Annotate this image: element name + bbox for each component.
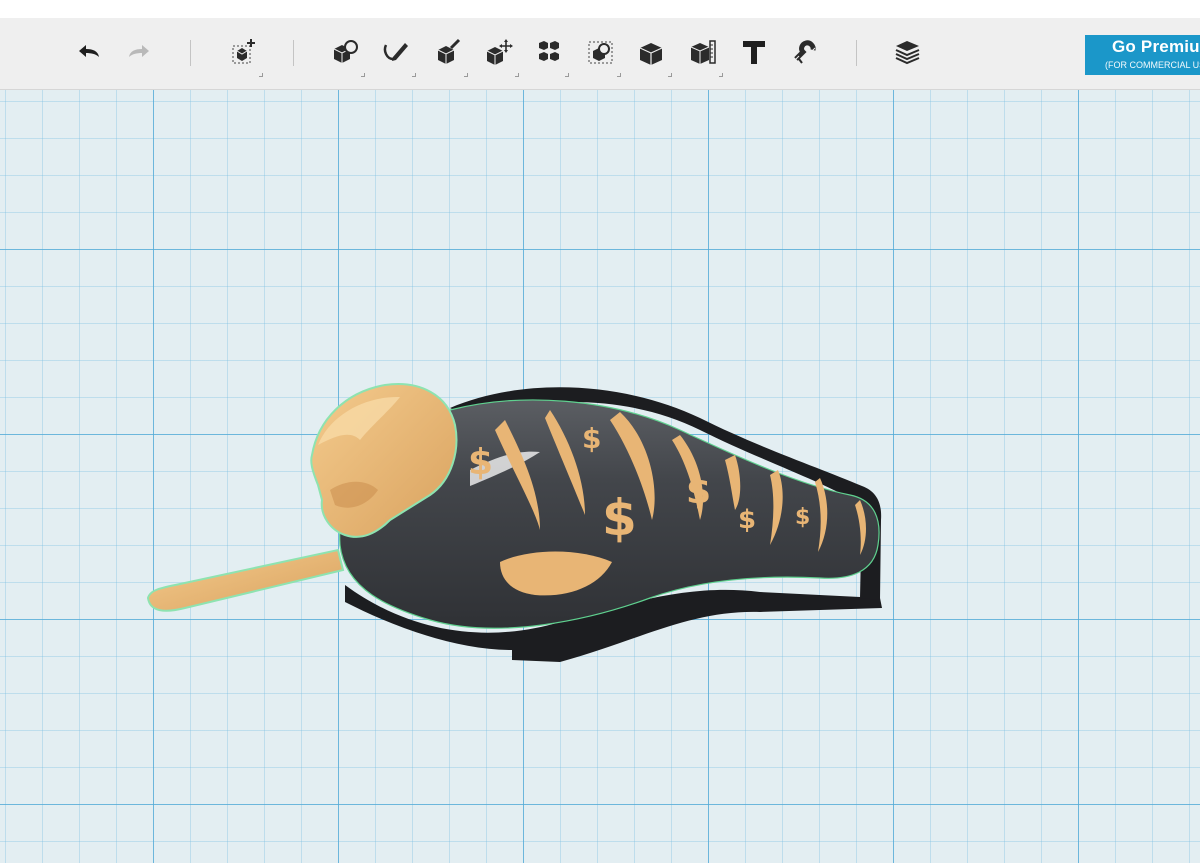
measure-dropdown-caret — [719, 73, 723, 77]
pattern-grid-icon — [539, 41, 559, 61]
sketch-button[interactable] — [378, 34, 416, 77]
construct-extrude-icon — [437, 38, 461, 64]
group-selection-icon — [588, 41, 613, 64]
pattern-dropdown-caret — [565, 73, 569, 77]
measure-button[interactable] — [685, 34, 723, 77]
snap-button[interactable] — [787, 34, 823, 70]
redo-button[interactable] — [120, 34, 156, 70]
add-primitive-cube-icon — [232, 39, 255, 64]
redo-arrow-icon — [129, 45, 149, 57]
modify-dropdown-caret — [515, 73, 519, 77]
sketch-dropdown-caret — [412, 73, 416, 77]
main-toolbar: Go Premium (FOR COMMERCIAL USE) — [0, 18, 1200, 90]
dollar-symbol: $ — [795, 505, 810, 530]
dollar-symbol: $ — [582, 422, 601, 455]
toolbar-separator — [190, 40, 191, 66]
text-button[interactable] — [736, 34, 772, 70]
transform-dropdown-caret — [361, 73, 365, 77]
go-premium-button[interactable]: Go Premium (FOR COMMERCIAL USE) — [1085, 35, 1200, 75]
material-button[interactable] — [890, 34, 926, 70]
measure-ruler-icon — [690, 40, 716, 64]
toolbar-separator — [856, 40, 857, 66]
sketch-pencil-icon — [383, 43, 408, 61]
transform-button[interactable] — [327, 34, 365, 77]
primitives-button[interactable] — [225, 34, 263, 77]
construct-button[interactable] — [430, 34, 468, 77]
go-premium-label: Go Premium — [1112, 37, 1200, 56]
3d-viewport-grid[interactable]: $ $ $ $ $ $ — [0, 90, 1200, 863]
material-layers-icon — [895, 41, 920, 65]
transform-cube-icon — [333, 40, 358, 63]
dollar-symbol: $ — [686, 471, 711, 512]
modify-button[interactable] — [481, 34, 519, 77]
snap-magnet-icon — [793, 40, 816, 64]
go-premium-sublabel: (FOR COMMERCIAL USE) — [1105, 60, 1200, 70]
dollar-symbol: $ — [738, 505, 756, 535]
grouping-button[interactable] — [583, 34, 621, 77]
construct-dropdown-caret — [464, 73, 468, 77]
dollar-symbol: $ — [602, 489, 637, 547]
primitives-dropdown-caret — [259, 73, 263, 77]
dollar-symbol: $ — [468, 442, 493, 483]
model-nose-stick — [146, 548, 345, 612]
toolbar-separator — [293, 40, 294, 66]
combine-dropdown-caret — [668, 73, 672, 77]
pattern-button[interactable] — [531, 34, 569, 77]
3d-model-pencil-figure[interactable]: $ $ $ $ $ $ — [0, 90, 1200, 863]
undo-button[interactable] — [72, 34, 108, 70]
combine-button[interactable] — [634, 34, 672, 77]
modify-move-icon — [486, 39, 513, 65]
undo-arrow-icon — [79, 45, 99, 57]
window-top-strip — [0, 0, 1200, 18]
combine-cube-icon — [639, 43, 663, 65]
text-t-icon — [743, 41, 765, 64]
grouping-dropdown-caret — [617, 73, 621, 77]
